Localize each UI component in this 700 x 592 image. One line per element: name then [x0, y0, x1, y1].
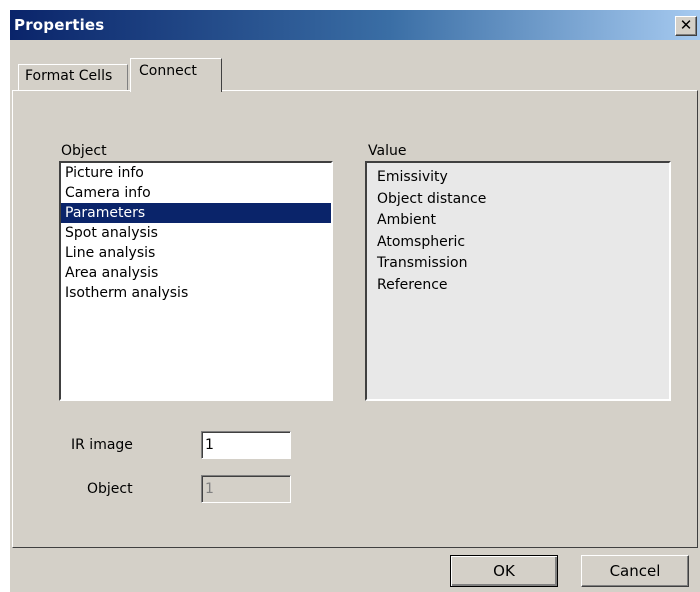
close-button[interactable]: ✕: [675, 16, 697, 36]
list-item[interactable]: Atomspheric: [367, 232, 669, 254]
close-icon: ✕: [679, 16, 693, 34]
object-list-label: Object: [61, 143, 107, 159]
list-item[interactable]: Area analysis: [61, 263, 331, 283]
object-field: 1: [201, 475, 291, 503]
ok-button[interactable]: OK: [450, 555, 558, 587]
title-bar[interactable]: Properties ✕: [10, 10, 700, 40]
list-item[interactable]: Object distance: [367, 189, 669, 211]
ir-image-field[interactable]: 1: [201, 431, 291, 459]
object-listbox[interactable]: Picture info Camera info Parameters Spot…: [59, 161, 333, 401]
list-item[interactable]: Spot analysis: [61, 223, 331, 243]
value-listbox[interactable]: Emissivity Object distance Ambient Atoms…: [365, 161, 671, 401]
list-item[interactable]: Transmission: [367, 253, 669, 275]
tab-connect[interactable]: Connect: [130, 58, 222, 92]
window-title: Properties: [14, 16, 105, 34]
list-item[interactable]: Line analysis: [61, 243, 331, 263]
value-list-label: Value: [368, 143, 407, 159]
ir-image-label: IR image: [71, 437, 133, 453]
list-item[interactable]: Camera info: [61, 183, 331, 203]
list-item[interactable]: Reference: [367, 275, 669, 297]
list-item[interactable]: Emissivity: [367, 167, 669, 189]
cancel-button[interactable]: Cancel: [581, 555, 689, 587]
list-item[interactable]: Picture info: [61, 163, 331, 183]
list-item[interactable]: Ambient: [367, 210, 669, 232]
properties-dialog: Properties ✕ Format Cells Connect Object…: [10, 10, 700, 592]
list-item-selected[interactable]: Parameters: [61, 203, 331, 223]
connect-tab-panel: Object Picture info Camera info Paramete…: [12, 90, 698, 548]
list-item[interactable]: Isotherm analysis: [61, 283, 331, 303]
tab-format-cells[interactable]: Format Cells: [18, 64, 128, 90]
object-field-label: Object: [87, 481, 133, 497]
